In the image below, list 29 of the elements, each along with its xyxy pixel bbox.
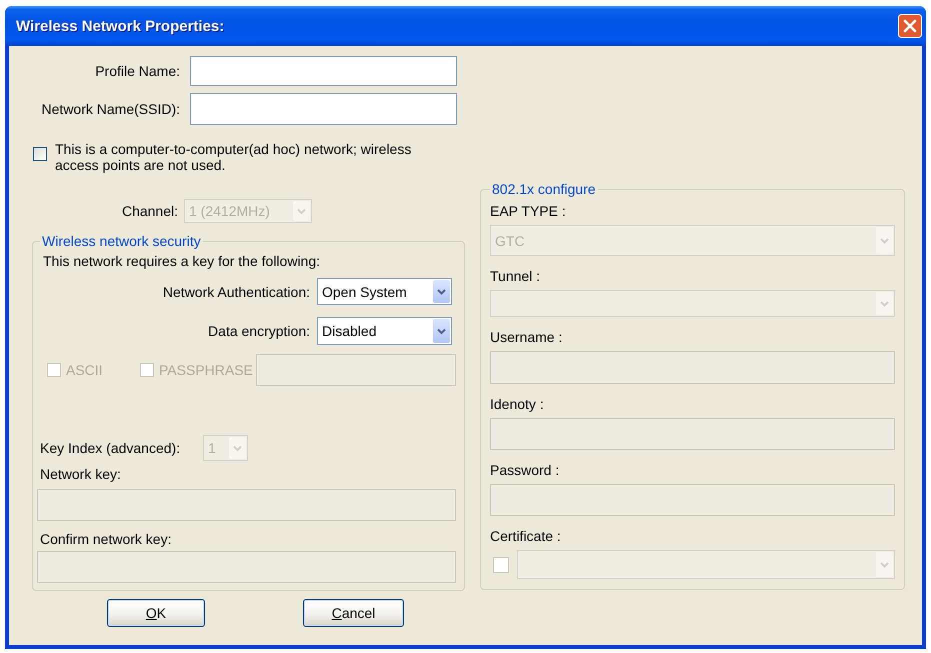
field-label: Certificate : — [490, 528, 562, 544]
checkbox-label: ASCII — [66, 362, 103, 378]
group-title: 802.1x configure — [491, 181, 597, 197]
close-icon[interactable] — [898, 14, 922, 38]
checkbox[interactable] — [33, 147, 47, 161]
text-field[interactable] — [190, 93, 457, 125]
ok-button[interactable]: OK — [107, 599, 205, 627]
instruction-text: This network requires a key for the following: — [43, 253, 322, 269]
field-label: Profile Name: — [95, 63, 180, 79]
window-title: Wireless Network Properties: — [16, 18, 224, 34]
field-label: Tunnel : — [490, 268, 542, 284]
cancel-button[interactable]: Cancel — [303, 599, 404, 627]
field-label: Network Authentication: — [162, 284, 310, 300]
checkbox-label: PASSPHRASE — [159, 362, 253, 378]
field-label: Idenoty : — [490, 396, 545, 412]
field-label: Username : — [490, 329, 564, 345]
dropdown[interactable]: Open System — [317, 278, 452, 305]
text-field[interactable] — [190, 56, 457, 86]
field-label: Confirm network key: — [39, 531, 172, 547]
group-title: Wireless network security — [41, 233, 202, 249]
field-label: EAP TYPE : — [490, 203, 567, 219]
checkbox-label: This is a computer-to-computer(ad hoc) network; wireless access points are not used. — [55, 141, 412, 173]
field-label: Network Name(SSID): — [42, 101, 180, 117]
field-label: Data encryption: — [208, 323, 310, 339]
field-label: Channel: — [122, 203, 178, 219]
field-label: Network key: — [39, 466, 122, 482]
field-label: Key Index (advanced): — [40, 440, 182, 456]
field-label: Password : — [490, 462, 560, 478]
dropdown[interactable]: Disabled — [317, 317, 452, 345]
